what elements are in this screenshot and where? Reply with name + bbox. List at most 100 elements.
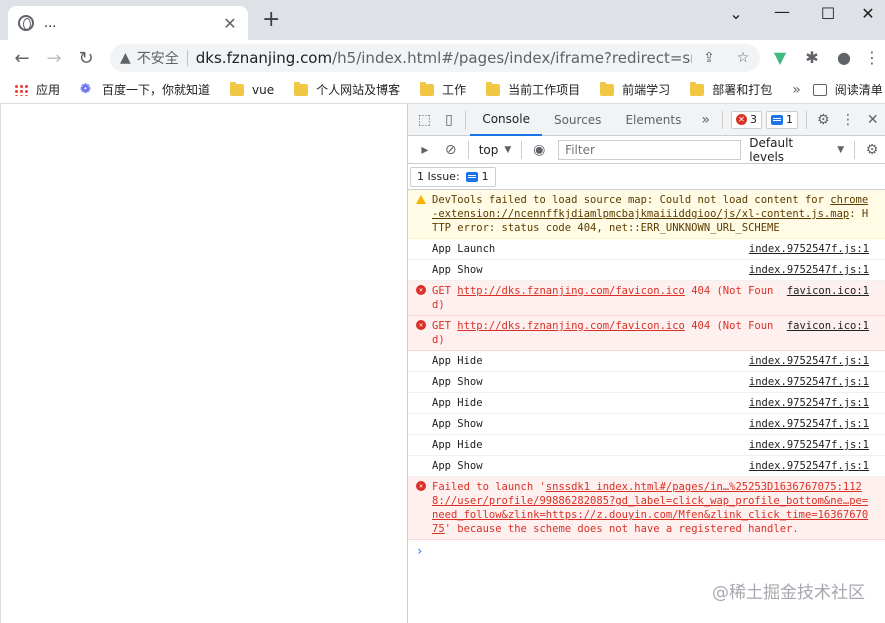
url-text[interactable]: dks.fznanjing.com/h5/index.html#/pages/i… xyxy=(196,49,692,67)
issues-button[interactable]: 1 Issue: 1 xyxy=(410,166,496,187)
bookmark-folder-work[interactable]: 工作 xyxy=(420,81,466,98)
message-text: App Show xyxy=(432,376,483,388)
live-expression-eye-icon[interactable]: ◉ xyxy=(526,142,552,158)
message-count-badge[interactable]: 1 xyxy=(766,110,799,129)
reload-button[interactable]: ↻ xyxy=(70,48,102,69)
console-settings-gear-icon[interactable]: ⚙ xyxy=(859,142,885,158)
page-viewport[interactable] xyxy=(0,104,407,623)
console-toolbar: ▸ ⊘ top ▼ ◉ Default levels ▼ ⚙ xyxy=(408,136,885,164)
clear-console-icon[interactable]: ⊘ xyxy=(438,142,464,158)
console-message[interactable]: ✕ GET http://dks.fznanjing.com/favicon.ic… xyxy=(408,316,885,351)
message-text: App Show xyxy=(432,460,483,472)
console-message[interactable]: App Show index.9752547f.js:1 xyxy=(408,456,885,477)
console-message[interactable]: App Launch index.9752547f.js:1 xyxy=(408,239,885,260)
source-link[interactable]: index.9752547f.js:1 xyxy=(749,396,869,410)
bookmarks-overflow-button[interactable]: » xyxy=(792,82,801,98)
browser-tab[interactable]: ... ✕ xyxy=(8,6,248,40)
minimize-button[interactable]: — xyxy=(762,2,802,21)
bookmark-star-icon[interactable]: ☆ xyxy=(726,50,760,66)
back-button[interactable]: ← xyxy=(6,48,38,69)
source-link[interactable]: index.9752547f.js:1 xyxy=(749,242,869,256)
inspect-element-icon[interactable]: ⬚ xyxy=(412,112,437,128)
divider xyxy=(722,110,724,129)
console-message[interactable]: App Show index.9752547f.js:1 xyxy=(408,372,885,393)
message-text: App Hide xyxy=(432,439,483,451)
security-label[interactable]: 不安全 xyxy=(137,48,179,68)
context-selector[interactable]: top ▼ xyxy=(473,143,518,157)
error-count: 3 xyxy=(750,113,758,126)
warning-icon[interactable]: ▲ xyxy=(120,50,131,66)
console-message[interactable]: ✕ Failed to launch 'snssdk1 index.html#/p… xyxy=(408,477,885,540)
source-link[interactable]: favicon.ico:1 xyxy=(787,284,869,298)
bookmarks-bar: 应用 ❁ 百度一下，你就知道 vue 个人网站及博客 工作 当前工作项目 前端学… xyxy=(0,76,885,104)
menu-kebab-icon[interactable]: ⋮ xyxy=(858,48,885,67)
reading-list-label: 阅读清单 xyxy=(834,83,883,97)
settings-gear-icon[interactable]: ⚙ xyxy=(811,112,836,128)
source-link[interactable]: index.9752547f.js:1 xyxy=(749,459,869,473)
reading-list-button[interactable]: 阅读清单 xyxy=(812,81,883,98)
bookmark-apps[interactable]: 应用 xyxy=(14,81,60,98)
vue-devtools-extension-icon[interactable]: ▼ xyxy=(766,48,794,67)
bookmark-folder-deploy[interactable]: 部署和打包 xyxy=(690,81,772,98)
device-toolbar-icon[interactable]: ▯ xyxy=(437,112,462,128)
source-link[interactable]: index.9752547f.js:1 xyxy=(749,417,869,431)
sidebar-toggle-icon[interactable]: ▸ xyxy=(412,142,438,158)
more-tabs-button[interactable]: » xyxy=(693,112,718,128)
console-message[interactable]: App Show index.9752547f.js:1 xyxy=(408,414,885,435)
tab-console[interactable]: Console xyxy=(470,104,542,136)
window-close-button[interactable]: ✕ xyxy=(848,4,885,23)
reading-list-icon xyxy=(812,83,827,96)
log-levels-dropdown[interactable]: Default levels ▼ xyxy=(749,136,844,164)
share-icon[interactable]: ⇪ xyxy=(692,50,726,66)
bookmark-label: 部署和打包 xyxy=(712,83,773,97)
forward-button[interactable]: → xyxy=(38,48,70,69)
console-message[interactable]: App Show index.9752547f.js:1 xyxy=(408,260,885,281)
message-text: App Hide xyxy=(432,355,483,367)
source-link[interactable]: favicon.ico:1 xyxy=(787,319,869,333)
tab-search-icon[interactable]: ⌄ xyxy=(716,4,756,23)
console-filter-input[interactable] xyxy=(558,139,742,160)
console-message[interactable]: ✕ GET http://dks.fznanjing.com/favicon.ic… xyxy=(408,281,885,316)
omnibox-divider xyxy=(186,50,188,66)
bookmark-label: 前端学习 xyxy=(622,83,671,97)
source-link[interactable]: index.9752547f.js:1 xyxy=(749,263,869,277)
bookmark-folder-blogs[interactable]: 个人网站及博客 xyxy=(294,81,400,98)
console-message[interactable]: DevTools failed to load source map: Coul… xyxy=(408,190,885,239)
error-count-badge[interactable]: ✕ 3 xyxy=(731,110,763,129)
message-text: GET xyxy=(432,320,458,332)
tab-elements[interactable]: Elements xyxy=(613,104,693,136)
message-link[interactable]: http://dks.fznanjing.com/favicon.ico xyxy=(457,320,685,332)
bookmark-folder-current-projects[interactable]: 当前工作项目 xyxy=(486,81,580,98)
extensions-puzzle-icon[interactable]: ✱ xyxy=(798,48,826,67)
source-link[interactable]: index.9752547f.js:1 xyxy=(749,354,869,368)
close-tab-icon[interactable]: ✕ xyxy=(222,14,238,33)
source-link[interactable]: index.9752547f.js:1 xyxy=(749,438,869,452)
tab-title: ... xyxy=(44,15,57,31)
console-message-text: Failed to launch 'snssdk1 index.html#/pa… xyxy=(432,480,877,536)
error-icon: ✕ xyxy=(416,285,426,295)
address-bar[interactable]: ▲ 不安全 dks.fznanjing.com/h5/index.html#/p… xyxy=(110,44,760,72)
close-devtools-icon[interactable]: ✕ xyxy=(860,112,885,128)
bookmark-label: 应用 xyxy=(36,83,61,97)
warning-icon xyxy=(416,195,426,204)
console-message[interactable]: App Hide index.9752547f.js:1 xyxy=(408,435,885,456)
message-text: App Hide xyxy=(432,397,483,409)
console-prompt[interactable]: › xyxy=(408,540,885,558)
maximize-button[interactable]: ☐ xyxy=(808,4,848,23)
new-tab-button[interactable]: + xyxy=(262,9,280,31)
message-text: Failed to launch ' xyxy=(432,481,546,493)
console-message[interactable]: App Hide index.9752547f.js:1 xyxy=(408,351,885,372)
bookmark-label: 当前工作项目 xyxy=(508,83,581,97)
devtools-menu-icon[interactable]: ⋮ xyxy=(836,112,861,128)
message-text: GET xyxy=(432,285,458,297)
tab-sources[interactable]: Sources xyxy=(542,104,613,136)
source-link[interactable]: index.9752547f.js:1 xyxy=(749,375,869,389)
divider xyxy=(806,110,807,129)
profile-avatar-icon[interactable]: ● xyxy=(830,48,858,67)
bookmark-folder-vue[interactable]: vue xyxy=(230,81,274,97)
bookmark-folder-frontend[interactable]: 前端学习 xyxy=(600,81,670,98)
console-message[interactable]: App Hide index.9752547f.js:1 xyxy=(408,393,885,414)
message-count: 1 xyxy=(786,113,794,126)
bookmark-baidu[interactable]: ❁ 百度一下，你就知道 xyxy=(80,81,210,98)
message-link[interactable]: http://dks.fznanjing.com/favicon.ico xyxy=(457,285,685,297)
